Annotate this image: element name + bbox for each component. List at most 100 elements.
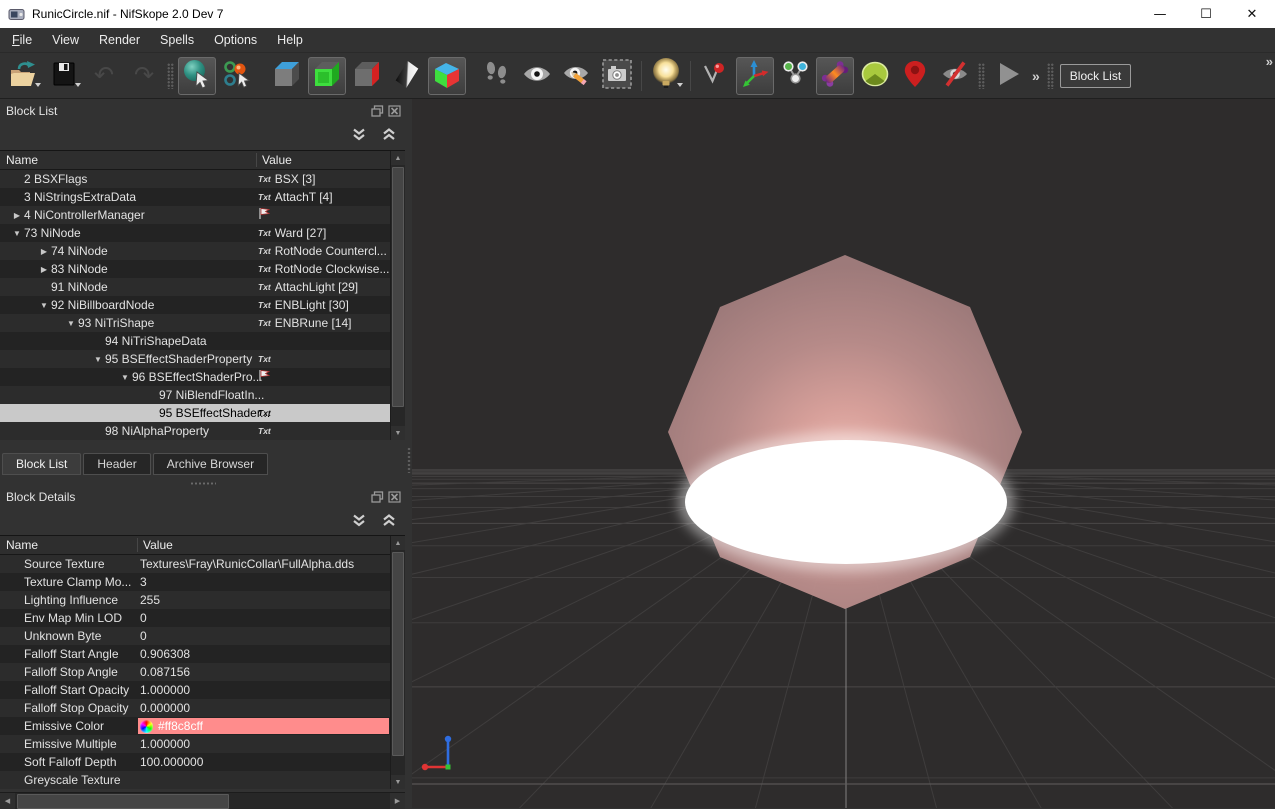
close-panel-icon[interactable]	[388, 491, 401, 503]
expander-collapsed-icon[interactable]: ▶	[10, 211, 24, 220]
column-header-name[interactable]: Name	[0, 538, 38, 552]
view-side-button[interactable]	[348, 57, 386, 95]
tree-row[interactable]: ▼73 NiNodeTxtWard [27]	[0, 224, 405, 242]
view-visible-button[interactable]	[518, 57, 556, 95]
expander-expanded-icon[interactable]: ▼	[37, 301, 51, 310]
tree-row[interactable]: 98 NiAlphaPropertyTxt	[0, 422, 405, 440]
column-header-value[interactable]: Value	[143, 538, 173, 552]
view-perspective-button[interactable]	[428, 57, 466, 95]
tree-row-selected[interactable]: 95 BSEffectShader...Txt	[0, 404, 405, 422]
close-button[interactable]: ✕	[1229, 0, 1275, 28]
details-row[interactable]: Emissive Multiple1.000000	[0, 735, 405, 753]
expand-all-icon[interactable]	[381, 513, 397, 531]
emissive-color-swatch[interactable]: #ff8c8cff	[138, 718, 389, 734]
expand-all-icon[interactable]	[381, 127, 397, 145]
menu-spells[interactable]: Spells	[150, 30, 204, 50]
tree-row[interactable]: 3 NiStringsExtraDataTxtAttachT [4]	[0, 188, 405, 206]
details-row[interactable]: Source TextureTextures\Fray\RunicCollar\…	[0, 555, 405, 573]
flip-view-button[interactable]	[388, 57, 426, 95]
draw-markers-button[interactable]	[896, 57, 934, 95]
expander-expanded-icon[interactable]: ▼	[118, 373, 132, 382]
tab-header[interactable]: Header	[83, 453, 150, 475]
toolbar-drag-handle[interactable]	[167, 63, 174, 89]
open-button[interactable]	[5, 57, 43, 95]
tree-row[interactable]: 2 BSXFlagsTxtBSX [3]	[0, 170, 405, 188]
details-row[interactable]: Falloff Stop Angle0.087156	[0, 663, 405, 681]
tab-archive-browser[interactable]: Archive Browser	[153, 453, 268, 475]
details-row[interactable]: Falloff Start Angle0.906308	[0, 645, 405, 663]
render-viewport[interactable]	[412, 99, 1275, 808]
details-row[interactable]: Greyscale Texture	[0, 771, 405, 789]
float-panel-icon[interactable]	[371, 105, 384, 117]
tree-row[interactable]: 94 NiTriShapeData	[0, 332, 405, 350]
view-edit-button[interactable]	[558, 57, 596, 95]
redo-button[interactable]: ↷	[125, 57, 163, 95]
menu-render[interactable]: Render	[89, 30, 150, 50]
toolbar-overflow-icon[interactable]: »	[1028, 68, 1044, 84]
draw-nodes-button[interactable]	[696, 57, 734, 95]
dock-viewport-splitter[interactable]	[405, 99, 412, 808]
menu-options[interactable]: Options	[204, 30, 267, 50]
collapse-all-icon[interactable]	[351, 127, 367, 145]
tree-row[interactable]: ▼95 BSEffectShaderPropertyTxt	[0, 350, 405, 368]
tree-row[interactable]: ▼93 NiTriShapeTxtENBRune [14]	[0, 314, 405, 332]
dropdown-arrow-icon[interactable]	[75, 83, 81, 90]
select-object-button[interactable]	[178, 57, 216, 95]
details-row[interactable]: Emissive Color#ff8c8cff	[0, 717, 405, 735]
select-vertex-button[interactable]	[218, 57, 256, 95]
expander-expanded-icon[interactable]: ▼	[10, 229, 24, 238]
menu-view[interactable]: View	[42, 30, 89, 50]
scroll-left-icon[interactable]: ◀	[0, 793, 15, 809]
details-row[interactable]: Soft Falloff Depth100.000000	[0, 753, 405, 771]
details-row[interactable]: Unknown Byte0	[0, 627, 405, 645]
block-list-combo[interactable]: Block List	[1060, 64, 1131, 88]
dropdown-arrow-icon[interactable]	[35, 83, 41, 90]
draw-axes-button[interactable]	[736, 57, 774, 95]
tab-block-list[interactable]: Block List	[2, 453, 81, 475]
undo-button[interactable]: ↶	[85, 57, 123, 95]
tree-row[interactable]: ▶83 NiNodeTxtRotNode Clockwise...	[0, 260, 405, 278]
collapse-all-icon[interactable]	[351, 513, 367, 531]
tree-row[interactable]: 97 NiBlendFloatIn...	[0, 386, 405, 404]
toolbar-drag-handle[interactable]	[978, 63, 985, 89]
tree-row[interactable]: 91 NiNodeTxtAttachLight [29]	[0, 278, 405, 296]
play-animation-button[interactable]	[989, 57, 1027, 95]
expander-collapsed-icon[interactable]: ▶	[37, 265, 51, 274]
scroll-down-icon[interactable]: ▼	[391, 775, 405, 789]
dock-splitter-handle[interactable]	[190, 482, 216, 485]
hide-hidden-button[interactable]	[936, 57, 974, 95]
close-panel-icon[interactable]	[388, 105, 401, 117]
tree-row[interactable]: ▼96 BSEffectShaderPro...	[0, 368, 405, 386]
screenshot-button[interactable]	[598, 57, 636, 95]
scroll-up-icon[interactable]: ▲	[391, 151, 405, 165]
details-row[interactable]: Falloff Stop Opacity0.000000	[0, 699, 405, 717]
menu-help[interactable]: Help	[267, 30, 313, 50]
dropdown-arrow-icon[interactable]	[677, 83, 683, 90]
lighting-button[interactable]	[647, 57, 685, 95]
maximize-button[interactable]: ☐	[1183, 0, 1229, 28]
details-row[interactable]: Env Map Min LOD0	[0, 609, 405, 627]
minimize-button[interactable]: —	[1137, 0, 1183, 28]
expander-collapsed-icon[interactable]: ▶	[37, 247, 51, 256]
tree-row[interactable]: ▶4 NiControllerManager	[0, 206, 405, 224]
block-details-hscrollbar[interactable]: ◀ ▶	[0, 792, 405, 809]
expander-expanded-icon[interactable]: ▼	[91, 355, 105, 364]
view-top-button[interactable]	[268, 57, 306, 95]
tree-row[interactable]: ▼92 NiBillboardNodeTxtENBLight [30]	[0, 296, 405, 314]
scroll-right-icon[interactable]: ▶	[390, 793, 405, 809]
toolbar-overflow-icon[interactable]: »	[1266, 54, 1273, 69]
column-header-name[interactable]: Name	[0, 153, 38, 167]
scroll-up-icon[interactable]: ▲	[391, 536, 405, 550]
draw-havok-button[interactable]	[816, 57, 854, 95]
draw-furniture-button[interactable]	[856, 57, 894, 95]
menu-file[interactable]: File	[2, 30, 42, 50]
view-front-button[interactable]	[308, 57, 346, 95]
block-list-vscrollbar[interactable]: ▲ ▼	[390, 151, 405, 440]
details-row[interactable]: Lighting Influence255	[0, 591, 405, 609]
draw-constraints-button[interactable]	[776, 57, 814, 95]
column-header-value[interactable]: Value	[262, 153, 292, 167]
walk-mode-button[interactable]	[478, 57, 516, 95]
save-button[interactable]	[45, 57, 83, 95]
tree-row[interactable]: ▶74 NiNodeTxtRotNode Countercl...	[0, 242, 405, 260]
float-panel-icon[interactable]	[371, 491, 384, 503]
